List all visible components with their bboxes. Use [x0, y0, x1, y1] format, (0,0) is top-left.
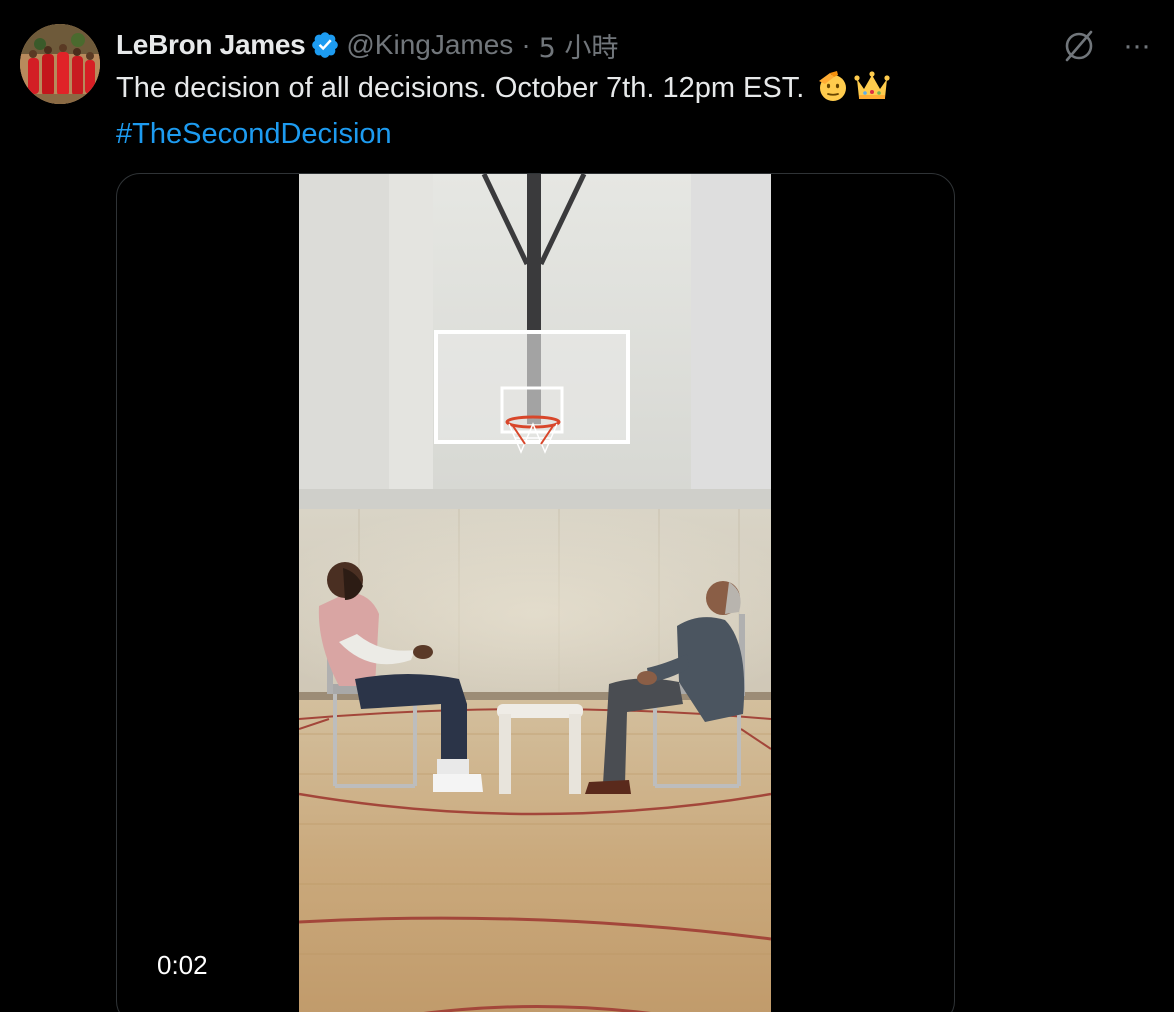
- tweet-body: The decision of all decisions. October 7…: [116, 72, 805, 104]
- top-actions: ···: [1061, 28, 1151, 64]
- crown-emoji: [854, 69, 890, 114]
- tweet: LeBron James @KingJames · 5 小時 ··· The d…: [0, 0, 1174, 1012]
- grok-icon[interactable]: [1061, 28, 1097, 64]
- timestamp[interactable]: 5 小時: [539, 26, 619, 65]
- video-player[interactable]: 0:02: [116, 173, 955, 1012]
- hashtag-link[interactable]: #TheSecondDecision: [116, 118, 392, 150]
- verified-badge-icon[interactable]: [310, 30, 340, 60]
- video-timecode: 0:02: [157, 950, 208, 980]
- tweet-header: LeBron James @KingJames · 5 小時: [116, 26, 618, 64]
- avatar-photo: [20, 24, 100, 104]
- saluting-face-emoji: [816, 69, 850, 114]
- avatar[interactable]: [20, 24, 100, 104]
- display-name[interactable]: LeBron James: [116, 29, 306, 61]
- video-frame[interactable]: [299, 174, 771, 1012]
- tweet-text: The decision of all decisions. October 7…: [116, 68, 1076, 154]
- more-horizontal-icon[interactable]: ···: [1123, 31, 1151, 61]
- separator-dot: ·: [521, 29, 531, 60]
- handle[interactable]: @KingJames: [346, 29, 513, 61]
